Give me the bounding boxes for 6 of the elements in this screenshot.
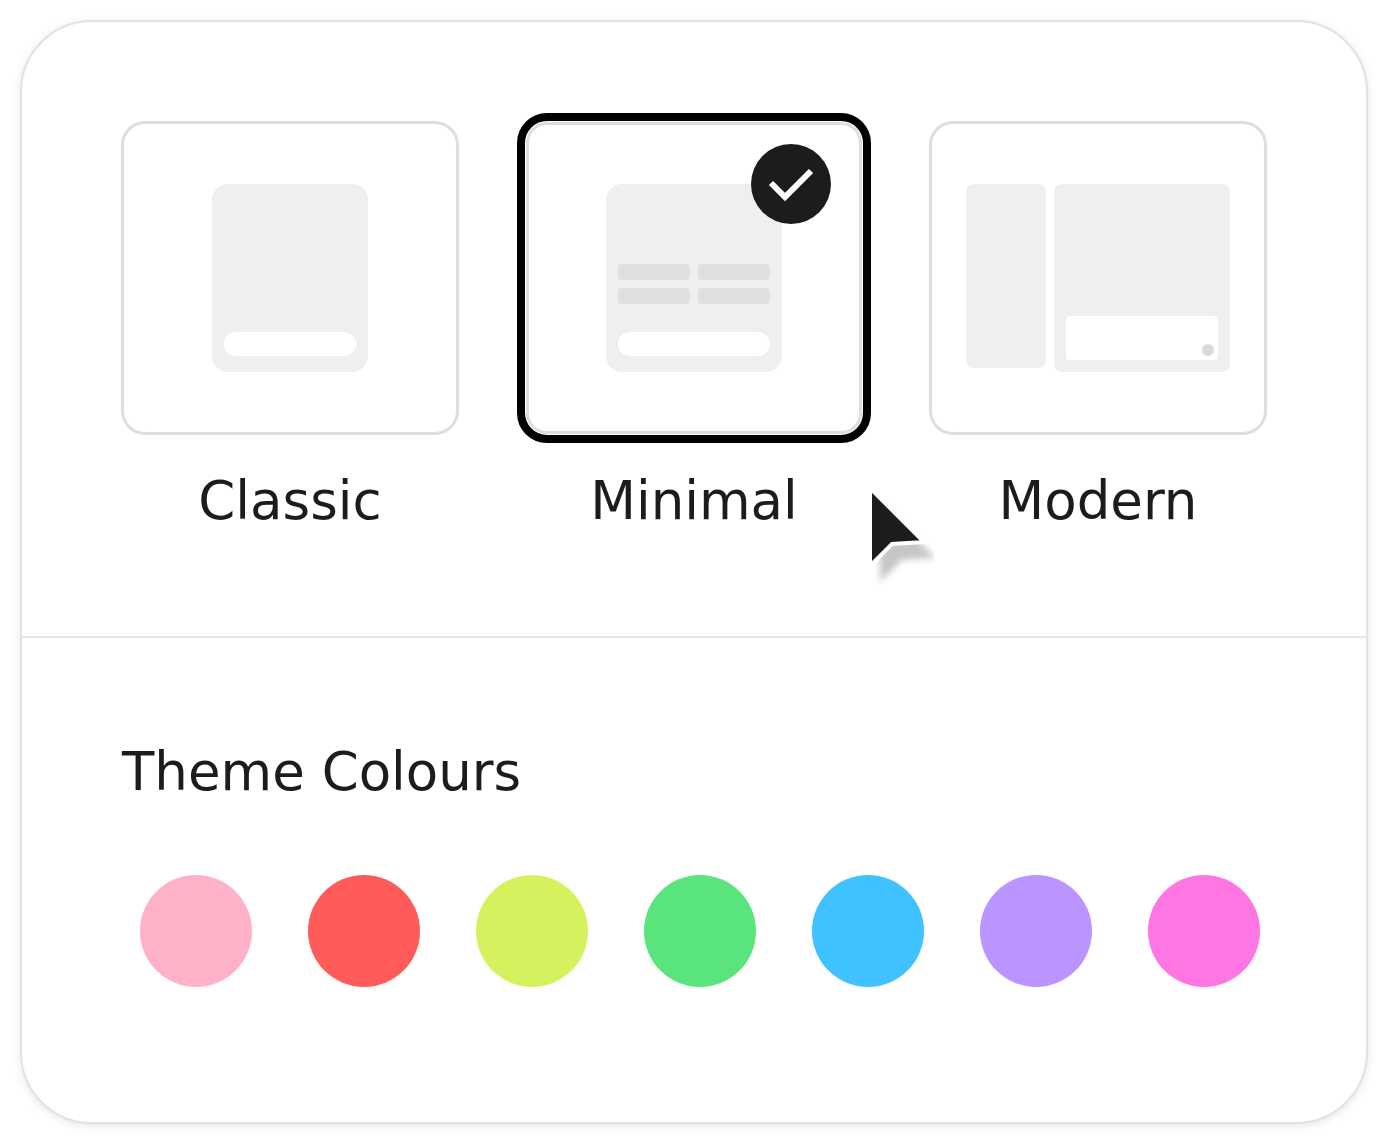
- layout-name: Modern: [998, 469, 1198, 533]
- layout-name: Classic: [198, 469, 382, 533]
- layout-option[interactable]: [517, 113, 871, 443]
- section-title: Theme Colours: [121, 740, 522, 804]
- layout-name: Minimal: [590, 469, 798, 533]
- check-badge-icon: [751, 144, 831, 224]
